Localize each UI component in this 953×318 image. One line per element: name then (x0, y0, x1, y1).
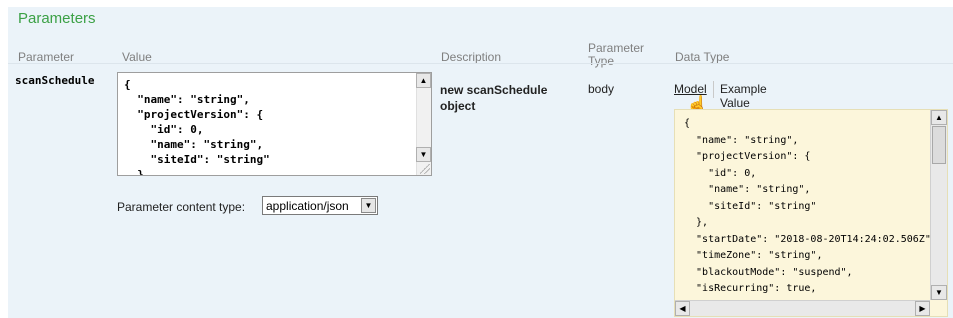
scroll-thumb[interactable] (932, 126, 946, 164)
model-horizontal-scrollbar[interactable]: ◀ ▶ (675, 300, 930, 316)
parameter-value-textarea[interactable]: { "name": "string", "projectVersion": { … (117, 72, 432, 176)
parameter-description: new scanSchedule object (440, 83, 548, 113)
content-type-label: Parameter content type: (117, 200, 246, 214)
scroll-up-arrow-icon[interactable]: ▲ (416, 73, 431, 88)
textarea-scrollbar[interactable]: ▲ ▼ (416, 73, 431, 175)
parameter-type: body (588, 82, 615, 96)
model-schema-box[interactable]: { "name": "string", "projectVersion": { … (674, 109, 948, 317)
tab-model[interactable]: Model (674, 82, 707, 96)
parameter-name: scanSchedule (15, 74, 95, 87)
model-vertical-scrollbar[interactable]: ▲ ▼ (930, 110, 947, 300)
section-title: Parameters (18, 10, 96, 27)
scroll-up-arrow-icon[interactable]: ▲ (931, 110, 947, 125)
chevron-down-icon[interactable]: ▼ (361, 198, 376, 213)
parameter-value-text[interactable]: { "name": "string", "projectVersion": { … (118, 73, 431, 175)
content-type-value: application/json (266, 199, 349, 213)
tab-divider (713, 81, 714, 98)
scroll-down-arrow-icon[interactable]: ▼ (416, 147, 431, 162)
resize-grip-icon[interactable] (420, 164, 430, 174)
tab-example-value[interactable]: Example Value (720, 82, 767, 110)
header-divider (8, 63, 953, 64)
scroll-left-arrow-icon[interactable]: ◀ (675, 301, 690, 316)
model-schema-text: { "name": "string", "projectVersion": { … (684, 118, 937, 294)
scroll-down-arrow-icon[interactable]: ▼ (931, 285, 947, 300)
scroll-right-arrow-icon[interactable]: ▶ (915, 301, 930, 316)
content-type-select[interactable]: application/json ▼ (262, 196, 378, 215)
col-header-parameter-type: Parameter Type (588, 41, 645, 68)
